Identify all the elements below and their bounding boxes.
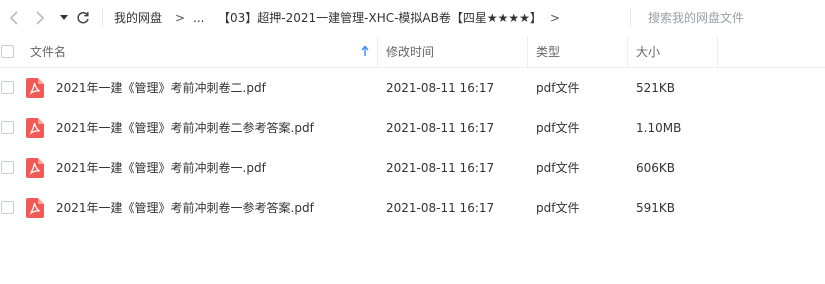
- search-box: [640, 6, 825, 30]
- column-header-type[interactable]: 类型: [536, 36, 560, 68]
- file-modified: 2021-08-11 16:17: [386, 121, 495, 135]
- row-checkbox[interactable]: [1, 161, 14, 174]
- history-dropdown-button[interactable]: [54, 8, 74, 28]
- chevron-left-icon: [9, 11, 18, 25]
- pdf-file-icon: [26, 78, 44, 98]
- pdf-file-icon: [26, 198, 44, 218]
- row-checkbox[interactable]: [1, 201, 14, 214]
- file-name[interactable]: 2021年一建《管理》考前冲刺卷一.pdf: [56, 148, 266, 188]
- pdf-file-icon: [26, 118, 44, 138]
- column-divider[interactable]: [377, 36, 378, 68]
- column-header-modified[interactable]: 修改时间: [386, 36, 434, 68]
- file-row[interactable]: 2021年一建《管理》考前冲刺卷二参考答案.pdf 2021-08-11 16:…: [0, 108, 825, 148]
- file-size: 591KB: [636, 201, 676, 215]
- toolbar: 我的网盘 > ... 【03】超押-2021一建管理-XHC-模拟AB卷【四星★…: [0, 0, 825, 36]
- refresh-button[interactable]: [73, 8, 93, 28]
- file-size: 1.10MB: [636, 121, 682, 135]
- chevron-right-icon: [36, 11, 45, 25]
- breadcrumb-root[interactable]: 我的网盘: [114, 10, 162, 26]
- select-all-checkbox[interactable]: [1, 45, 14, 58]
- forward-button[interactable]: [30, 8, 50, 28]
- breadcrumb-separator: >: [175, 11, 186, 25]
- file-row[interactable]: 2021年一建《管理》考前冲刺卷二.pdf 2021-08-11 16:17 p…: [0, 68, 825, 108]
- file-name[interactable]: 2021年一建《管理》考前冲刺卷一参考答案.pdf: [56, 188, 314, 228]
- file-list-header: 文件名 修改时间 类型 大小: [0, 36, 825, 68]
- breadcrumb-trailing-separator: >: [550, 11, 561, 25]
- column-header-size[interactable]: 大小: [636, 36, 660, 68]
- row-checkbox[interactable]: [1, 81, 14, 94]
- column-divider[interactable]: [627, 36, 628, 68]
- file-size: 606KB: [636, 161, 676, 175]
- sort-ascending-icon[interactable]: [361, 45, 369, 60]
- file-type: pdf文件: [536, 161, 580, 175]
- row-checkbox[interactable]: [1, 121, 14, 134]
- pdf-file-icon: [26, 158, 44, 178]
- file-modified: 2021-08-11 16:17: [386, 201, 495, 215]
- refresh-icon: [77, 11, 89, 24]
- caret-down-icon: [60, 15, 68, 20]
- column-header-name[interactable]: 文件名: [30, 36, 66, 68]
- column-divider[interactable]: [717, 36, 718, 68]
- file-type: pdf文件: [536, 201, 580, 215]
- file-modified: 2021-08-11 16:17: [386, 81, 495, 95]
- file-name[interactable]: 2021年一建《管理》考前冲刺卷二参考答案.pdf: [56, 108, 314, 148]
- file-name[interactable]: 2021年一建《管理》考前冲刺卷二.pdf: [56, 68, 266, 108]
- file-type: pdf文件: [536, 121, 580, 135]
- file-row[interactable]: 2021年一建《管理》考前冲刺卷一参考答案.pdf 2021-08-11 16:…: [0, 188, 825, 228]
- file-row[interactable]: 2021年一建《管理》考前冲刺卷一.pdf 2021-08-11 16:17 p…: [0, 148, 825, 188]
- back-button[interactable]: [4, 8, 24, 28]
- file-modified: 2021-08-11 16:17: [386, 161, 495, 175]
- toolbar-divider: [102, 8, 103, 28]
- column-divider[interactable]: [527, 36, 528, 68]
- search-divider: [630, 8, 631, 28]
- search-input[interactable]: [640, 11, 820, 25]
- file-type: pdf文件: [536, 81, 580, 95]
- breadcrumb-current[interactable]: 【03】超押-2021一建管理-XHC-模拟AB卷【四星★★★★】: [218, 10, 542, 26]
- breadcrumb-ellipsis[interactable]: ...: [193, 10, 204, 26]
- file-size: 521KB: [636, 81, 676, 95]
